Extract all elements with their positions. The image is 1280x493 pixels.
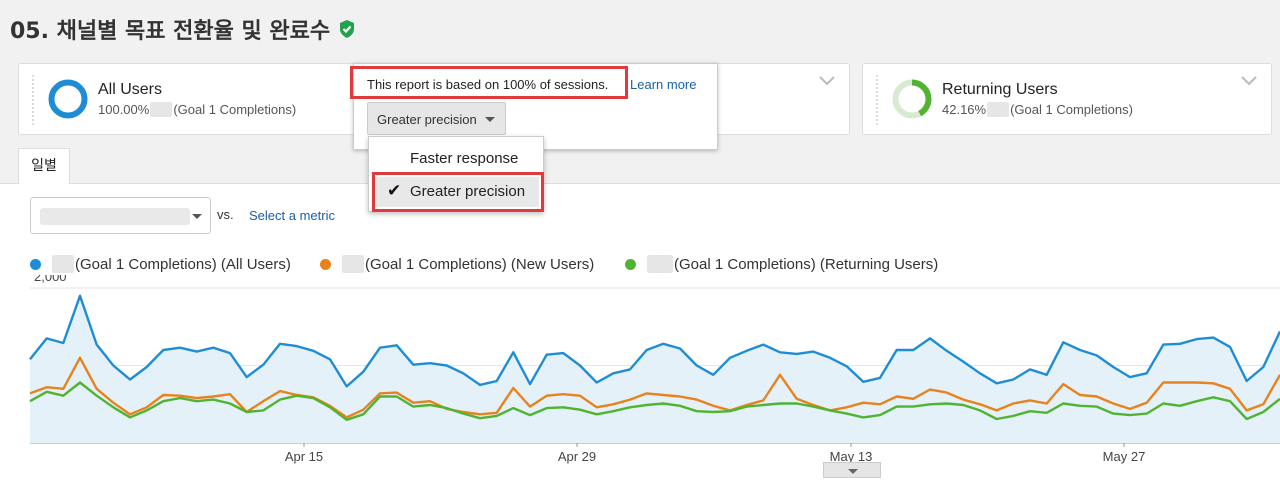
legend-label: (Goal 1 Completions) (All Users): [75, 255, 291, 273]
segment-name: Returning Users: [942, 81, 1058, 98]
segment-pct: 42.16%: [942, 102, 987, 117]
redacted-metric-value: [150, 102, 173, 117]
drag-handle-icon[interactable]: [875, 74, 879, 126]
page-title-text: 05. 채널별 목표 전환율 및 완료수: [10, 19, 331, 44]
shield-check-icon: [340, 20, 355, 38]
chevron-down-icon[interactable]: [1241, 76, 1257, 86]
redacted-metric-value: [647, 255, 673, 273]
vs-label: vs.: [217, 207, 234, 222]
chevron-down-icon[interactable]: [819, 76, 835, 86]
segment-name: All Users: [98, 81, 163, 98]
segment-pct: 100.00%: [98, 102, 150, 117]
segment-metric: (Goal 1 Completions): [1010, 102, 1133, 117]
highlight-box: [372, 172, 544, 212]
x-tick-label: May 27: [1103, 449, 1146, 464]
tab-daily[interactable]: 일별: [18, 148, 70, 184]
segment-donut-icon: [48, 79, 88, 119]
legend-item-new-users[interactable]: (Goal 1 Completions) (New Users): [320, 255, 594, 273]
precision-dropdown-button[interactable]: Greater precision: [367, 102, 506, 135]
page-title: 05. 채널별 목표 전환율 및 완료수: [10, 13, 356, 45]
highlight-box: [350, 66, 628, 99]
legend-label: (Goal 1 Completions) (New Users): [365, 255, 595, 273]
line-chart[interactable]: 2,0001,000Apr 15Apr 29May 13May 27: [0, 275, 1280, 465]
chart-range-handle[interactable]: [823, 462, 881, 478]
series-area: [30, 295, 1280, 443]
caret-down-icon: [192, 214, 202, 219]
caret-down-icon: [848, 469, 858, 474]
select-metric-link[interactable]: Select a metric: [249, 208, 335, 223]
x-tick-label: Apr 15: [285, 449, 323, 464]
x-tick-label: Apr 29: [558, 449, 596, 464]
legend-label: (Goal 1 Completions) (Returning Users): [674, 255, 939, 273]
legend-dot: [320, 258, 331, 270]
redacted-metric-name: [40, 208, 190, 225]
segment-card-returning-users[interactable]: Returning Users 42.16% (Goal 1 Completio…: [862, 63, 1272, 135]
segment-subtitle: 100.00% (Goal 1 Completions): [98, 102, 296, 117]
segment-donut-icon: [892, 79, 932, 119]
redacted-metric-value: [52, 255, 74, 273]
segment-card-all-users[interactable]: All Users 100.00% (Goal 1 Completions): [18, 63, 358, 135]
legend-dot: [30, 258, 41, 270]
segment-metric: (Goal 1 Completions): [173, 102, 297, 117]
menu-item-faster-response[interactable]: Faster response: [410, 150, 518, 167]
legend-item-returning-users[interactable]: (Goal 1 Completions) (Returning Users): [625, 255, 938, 273]
caret-down-icon: [485, 117, 495, 122]
redacted-metric-value: [342, 255, 364, 273]
learn-more-link[interactable]: Learn more: [630, 77, 696, 92]
precision-selected-label: Greater precision: [377, 112, 477, 127]
segment-subtitle: 42.16% (Goal 1 Completions): [942, 102, 1133, 117]
legend-item-all-users[interactable]: (Goal 1 Completions) (All Users): [30, 255, 291, 273]
redacted-metric-value: [987, 102, 1010, 117]
y-tick-label: 2,000: [34, 275, 67, 284]
metric-select[interactable]: [30, 197, 211, 234]
drag-handle-icon[interactable]: [31, 74, 35, 126]
legend-dot: [625, 258, 636, 270]
